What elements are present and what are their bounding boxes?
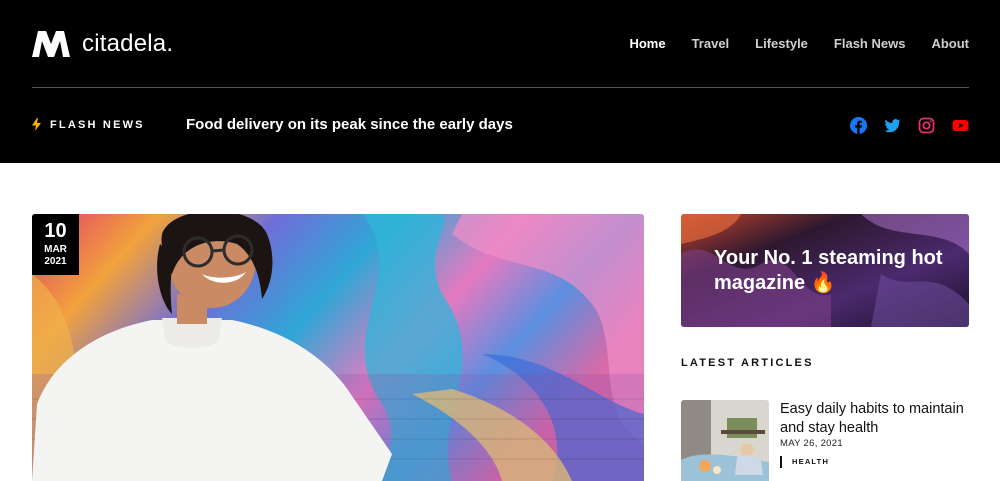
youtube-icon[interactable] xyxy=(952,117,969,134)
article-category[interactable]: HEALTH xyxy=(780,456,829,468)
flash-news-label-text: FLASH NEWS xyxy=(50,118,145,131)
latest-article-item[interactable]: Easy daily habits to maintain and stay h… xyxy=(681,400,969,481)
header-divider xyxy=(32,87,969,88)
logo-mark-icon xyxy=(32,31,70,57)
featured-graffiti-photo xyxy=(32,214,644,481)
featured-date-badge: 10 MAR 2021 xyxy=(32,214,79,275)
promo-banner[interactable]: Your No. 1 steaming hot magazine 🔥 xyxy=(681,214,969,327)
featured-image[interactable] xyxy=(32,214,644,481)
nav-item-home[interactable]: Home xyxy=(629,36,665,51)
date-day: 10 xyxy=(44,220,67,242)
flash-news-label: FLASH NEWS xyxy=(32,118,145,131)
nav-item-travel[interactable]: Travel xyxy=(692,36,730,51)
instagram-icon[interactable] xyxy=(918,117,935,134)
flash-news-headline[interactable]: Food delivery on its peak since the earl… xyxy=(186,116,513,133)
facebook-icon[interactable] xyxy=(850,117,867,134)
main-nav: Home Travel Lifestyle Flash News About xyxy=(629,36,969,51)
article-title[interactable]: Easy daily habits to maintain and stay h… xyxy=(780,400,970,438)
nav-item-lifestyle[interactable]: Lifestyle xyxy=(755,36,808,51)
nav-item-flash-news[interactable]: Flash News xyxy=(834,36,906,51)
date-month: MAR xyxy=(44,244,67,255)
site-logo[interactable]: citadela. xyxy=(32,30,173,58)
latest-articles-heading: LATEST ARTICLES xyxy=(681,357,814,369)
nav-item-about[interactable]: About xyxy=(931,36,969,51)
twitter-icon[interactable] xyxy=(884,117,901,134)
promo-text: Your No. 1 steaming hot magazine 🔥 xyxy=(714,247,943,294)
date-year: 2021 xyxy=(44,256,67,267)
lightning-icon xyxy=(32,118,41,131)
article-date: MAY 26, 2021 xyxy=(780,438,843,449)
site-header: citadela. Home Travel Lifestyle Flash Ne… xyxy=(0,0,1000,163)
article-thumbnail-photo xyxy=(681,400,769,481)
article-thumbnail[interactable] xyxy=(681,400,769,481)
social-links xyxy=(850,117,969,134)
site-name: citadela. xyxy=(82,30,174,57)
